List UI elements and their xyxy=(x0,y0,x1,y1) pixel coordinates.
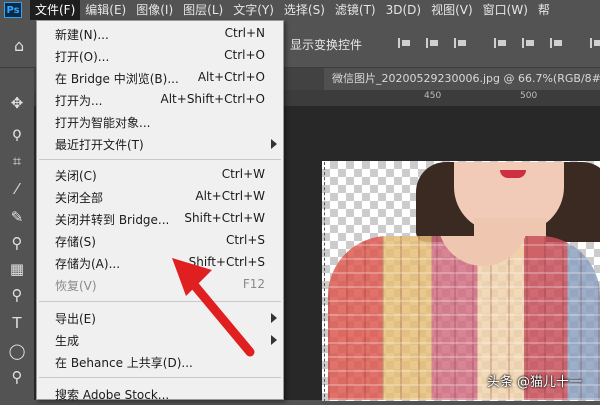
arrow-head xyxy=(172,258,212,296)
arrow-shaft xyxy=(185,275,255,357)
red-annotation-arrow-icon xyxy=(172,258,255,357)
